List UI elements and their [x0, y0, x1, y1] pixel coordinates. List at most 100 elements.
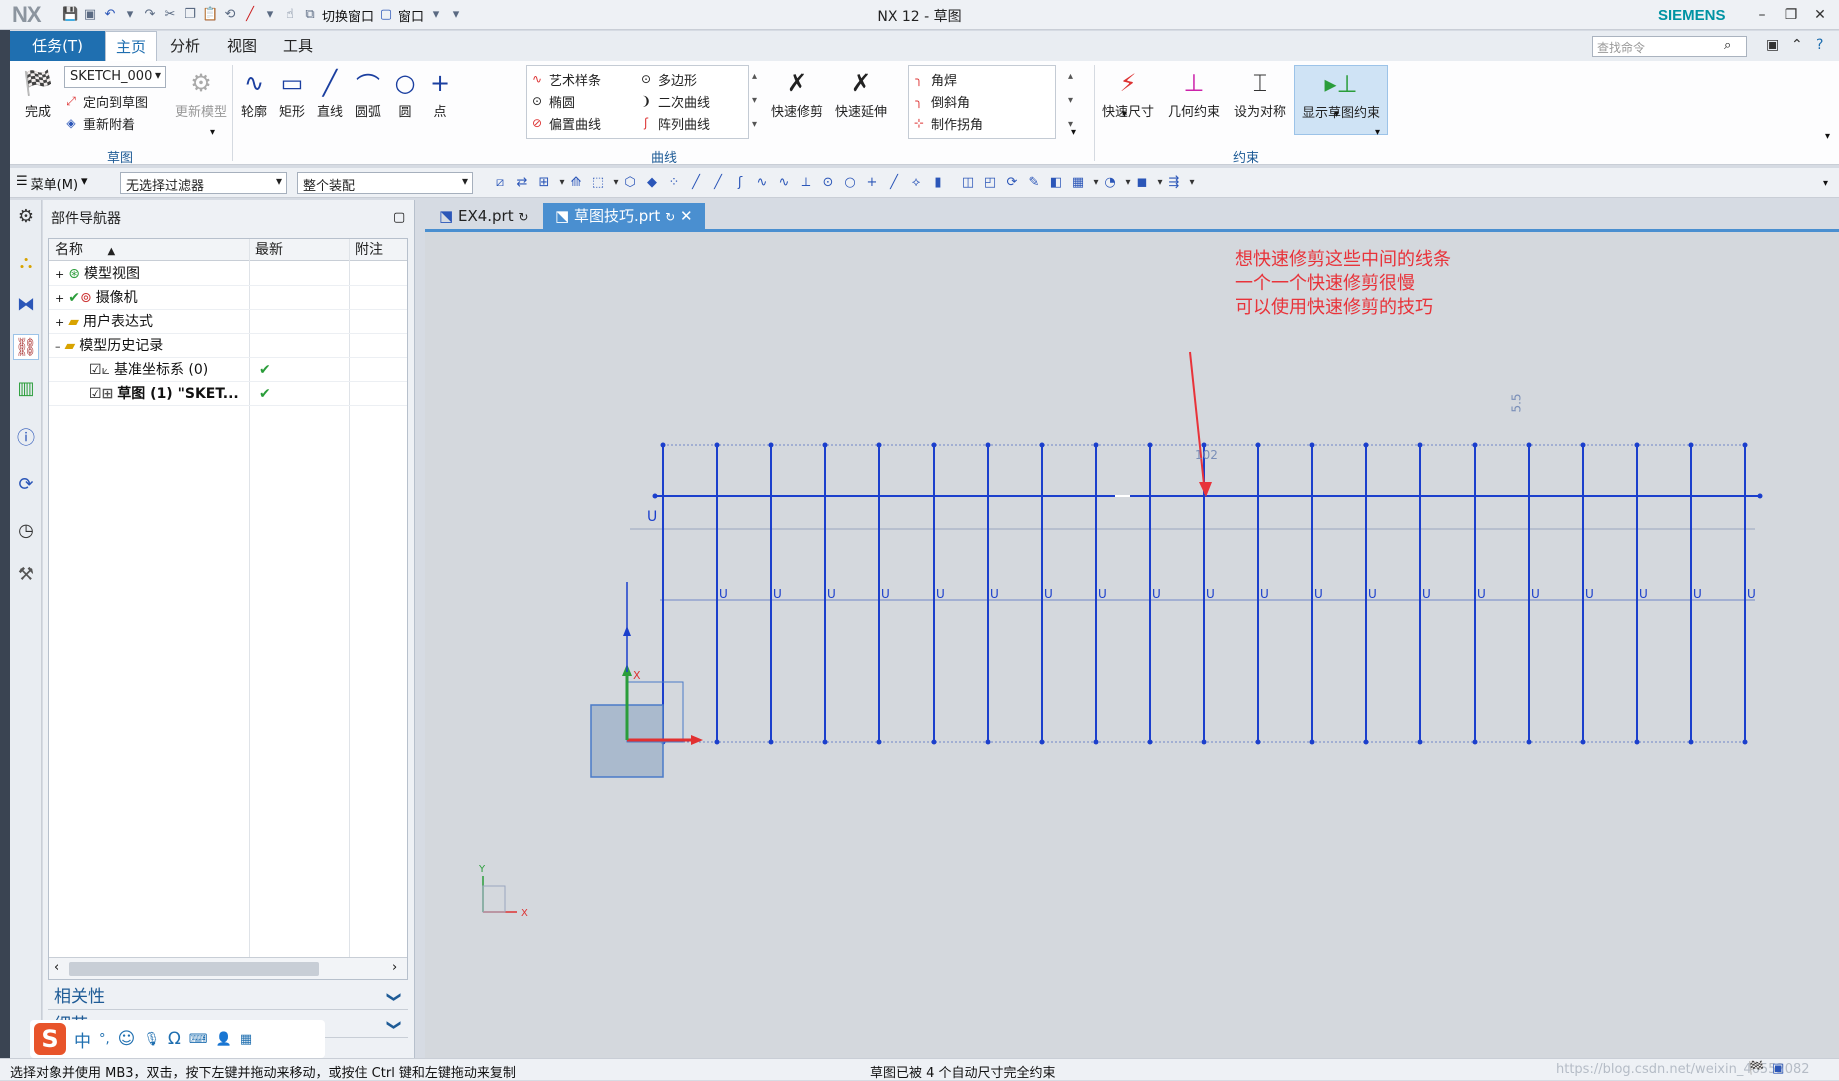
pan-icon[interactable]: ✎ — [1026, 175, 1042, 191]
rectangle-button[interactable]: ▭ 矩形 — [272, 65, 312, 135]
endpoint-marker[interactable] — [1093, 739, 1099, 745]
arc-button[interactable]: ⌒ 圆弧 — [348, 65, 388, 135]
u-constraint-symbol[interactable]: U — [1044, 587, 1053, 601]
endpoint-marker[interactable] — [1580, 739, 1586, 745]
status-window-icon[interactable]: ▣ — [1772, 1061, 1784, 1076]
circle-snap-icon[interactable]: ○ — [842, 175, 858, 191]
selection-filter-select[interactable]: 无选择过滤器 — [120, 172, 287, 194]
column-header-name[interactable]: 名称 ▲ — [49, 239, 249, 261]
menu-button[interactable]: ☰ 菜单(M) ▾ — [16, 174, 88, 193]
u-constraint-symbol[interactable]: U — [1531, 587, 1540, 601]
checkbox-checked-icon[interactable]: ☑ — [89, 386, 102, 402]
swap-icon[interactable]: ⇄ — [514, 175, 530, 191]
u-constraint-symbol[interactable]: U — [827, 587, 836, 601]
assembly-navigator-icon[interactable]: ⛬ — [13, 250, 39, 276]
endpoint-marker[interactable] — [652, 493, 658, 499]
toolbox-icon[interactable]: ▦ — [240, 1032, 252, 1047]
triad-y-label[interactable]: Y — [478, 864, 486, 875]
tangent-icon[interactable]: ╱ — [886, 175, 902, 191]
endpoint-marker[interactable] — [714, 442, 720, 448]
punctuation-icon[interactable]: °, — [99, 1032, 110, 1047]
circle-button[interactable]: ○ 圆 — [385, 65, 425, 135]
u-constraint-symbol[interactable]: U — [1639, 587, 1648, 601]
web-browser-icon[interactable]: ⓘ — [13, 426, 39, 452]
settings-icon[interactable]: ⚙ — [13, 204, 39, 230]
quick-extend-button[interactable]: ✗ 快速延伸 — [826, 65, 896, 135]
reference-arrow[interactable] — [623, 626, 631, 636]
u-constraint-symbol[interactable]: U — [1152, 587, 1161, 601]
endpoint-marker[interactable] — [1472, 442, 1478, 448]
endpoint-marker[interactable] — [1201, 442, 1207, 448]
add-icon[interactable]: ⊞ — [536, 175, 552, 191]
gallery-scroll-icon[interactable]: ▴ ▾ ▾ — [752, 65, 757, 137]
display-sketch-constraints-button[interactable]: ▸⊥ 显示草图约束 — [1294, 65, 1388, 135]
select-box-icon[interactable]: ⬚ — [590, 175, 606, 191]
endpoint-marker[interactable] — [1147, 442, 1153, 448]
tree-row[interactable]: – ▰ 模型历史记录 — [49, 334, 407, 358]
endpoint-marker[interactable] — [876, 442, 882, 448]
window-layout-icon[interactable]: ▣ — [1766, 37, 1779, 53]
endpoint-marker[interactable] — [1634, 739, 1640, 745]
endpoint-marker[interactable] — [1309, 739, 1315, 745]
point-on-icon[interactable]: + — [864, 175, 880, 191]
maximize-icon[interactable]: ▢ — [393, 210, 405, 225]
scrollbar-thumb[interactable] — [69, 962, 319, 976]
reuse-library-icon[interactable]: ▥ — [13, 376, 39, 402]
horizontal-scrollbar[interactable]: ‹ › — [49, 957, 407, 979]
snap-view-icon[interactable]: ⧄ — [492, 175, 508, 191]
endpoint-marker[interactable] — [1363, 739, 1369, 745]
update-model-button[interactable]: ⚙ 更新模型 — [170, 65, 232, 135]
endpoint-marker[interactable] — [931, 442, 937, 448]
endpoint-marker[interactable] — [660, 442, 666, 448]
layout-icon[interactable]: ▦ — [1070, 175, 1086, 191]
dropdown-icon[interactable]: ▾ — [1122, 109, 1127, 120]
constraint-navigator-icon[interactable]: ⧓ — [13, 292, 39, 318]
endpoint-marker[interactable] — [1742, 442, 1748, 448]
dropdown-icon[interactable]: ▾ — [558, 175, 566, 191]
offset-curve-button[interactable]: ⊘ 偏置曲线 — [530, 113, 601, 133]
dropdown-icon[interactable]: ▾ — [1156, 175, 1164, 191]
expand-icon[interactable]: + — [55, 316, 64, 329]
u-constraint-symbol[interactable]: U — [1098, 587, 1107, 601]
endpoint-marker[interactable] — [1634, 442, 1640, 448]
sogou-logo-icon[interactable]: S — [34, 1023, 66, 1055]
quick-trim-button[interactable]: ✗ 快速修剪 — [762, 65, 832, 135]
dimension-top[interactable]: 5.5 — [1510, 393, 1524, 412]
endpoint-marker[interactable] — [876, 739, 882, 745]
annotation-arrow[interactable] — [1189, 351, 1206, 495]
tab-home[interactable]: 主页 — [105, 31, 158, 61]
u-constraint-symbol[interactable]: U — [1206, 587, 1215, 601]
u-constraint-symbol[interactable]: U — [990, 587, 999, 601]
column-header-notes[interactable]: 附注 — [349, 239, 407, 261]
history-icon[interactable]: ◷ — [13, 518, 39, 544]
tree-row[interactable]: ☑⊞ 草图 (1) "SKET... ✔ — [49, 382, 407, 406]
graphics-window[interactable]: U U U U U U U U U U U U U U U U U U U U X Y 想快速修剪这些中间的线条 一个一个… — [425, 229, 1839, 1058]
minimize-icon[interactable]: – — [1748, 4, 1776, 26]
endpoint-marker[interactable] — [1472, 739, 1478, 745]
tab-ex4-prt[interactable]: ⬔ EX4.prt ↻ — [427, 203, 540, 229]
column-header-latest[interactable]: 最新 — [249, 239, 349, 261]
endpoint-marker[interactable] — [1039, 442, 1045, 448]
endpoint-marker[interactable] — [1147, 739, 1153, 745]
orient-to-sketch-button[interactable]: ⤢ 定向到草图 — [64, 91, 148, 111]
ellipse-button[interactable]: ⊙ 椭圆 — [530, 91, 575, 111]
endpoint-marker[interactable] — [1309, 442, 1315, 448]
endpoint-marker[interactable] — [822, 739, 828, 745]
fit-icon[interactable]: ◫ — [960, 175, 976, 191]
rapid-dimension-button[interactable]: ⚡ 快速尺寸 — [1096, 65, 1160, 135]
line-snap-icon[interactable]: ╱ — [710, 175, 726, 191]
section-icon[interactable]: ⇶ — [1166, 175, 1182, 191]
endpoint-marker[interactable] — [931, 739, 937, 745]
make-symmetric-button[interactable]: ⌶ 设为对称 — [1228, 65, 1292, 135]
special-chars-icon[interactable]: Ω — [168, 1029, 181, 1049]
scroll-left-icon[interactable]: ‹ — [54, 960, 59, 975]
ribbon-options-icon[interactable]: ▾ — [1825, 131, 1830, 142]
tab-view[interactable]: 视图 — [217, 31, 267, 61]
collapse-icon[interactable]: – — [55, 340, 61, 353]
point-snap-icon[interactable]: ⁘ — [666, 175, 682, 191]
endpoint-marker[interactable] — [1688, 442, 1694, 448]
endpoint-marker[interactable] — [1039, 739, 1045, 745]
endpoint-marker[interactable] — [1526, 739, 1532, 745]
tree-row[interactable]: + ⊛ 模型视图 — [49, 262, 407, 286]
u-constraint-symbol[interactable]: U — [773, 587, 782, 601]
